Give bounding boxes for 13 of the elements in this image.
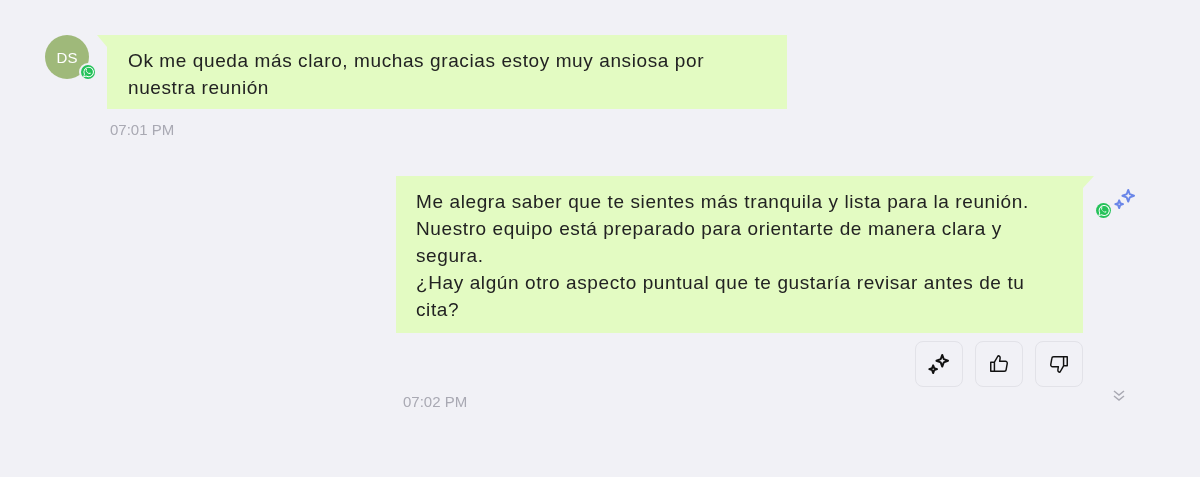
sparkle-icon <box>1114 188 1136 210</box>
sparkle-button[interactable] <box>915 341 963 387</box>
message-bubble: Me alegra saber que te sientes más tranquila y lista para la reunión. Nuestro equipo está preparado para orientarte de manera clara y segura. ¿Hay algún otro aspecto puntual que te gustaría revisar antes de tu cita? <box>396 176 1094 333</box>
message-time: 07:02 PM <box>403 393 468 410</box>
sparkle-icon <box>928 353 950 375</box>
thumbs-up-button[interactable] <box>975 341 1023 387</box>
thumbs-down-icon <box>1048 353 1070 375</box>
whatsapp-icon <box>1095 202 1112 219</box>
whatsapp-icon <box>79 63 97 81</box>
thumbs-down-button[interactable] <box>1035 341 1083 387</box>
thumbs-up-icon <box>988 353 1010 375</box>
message-bubble: Ok me queda más claro, muchas gracias estoy muy ansiosa por nuestra reunión <box>97 35 787 109</box>
message-time: 07:01 PM <box>110 121 176 138</box>
